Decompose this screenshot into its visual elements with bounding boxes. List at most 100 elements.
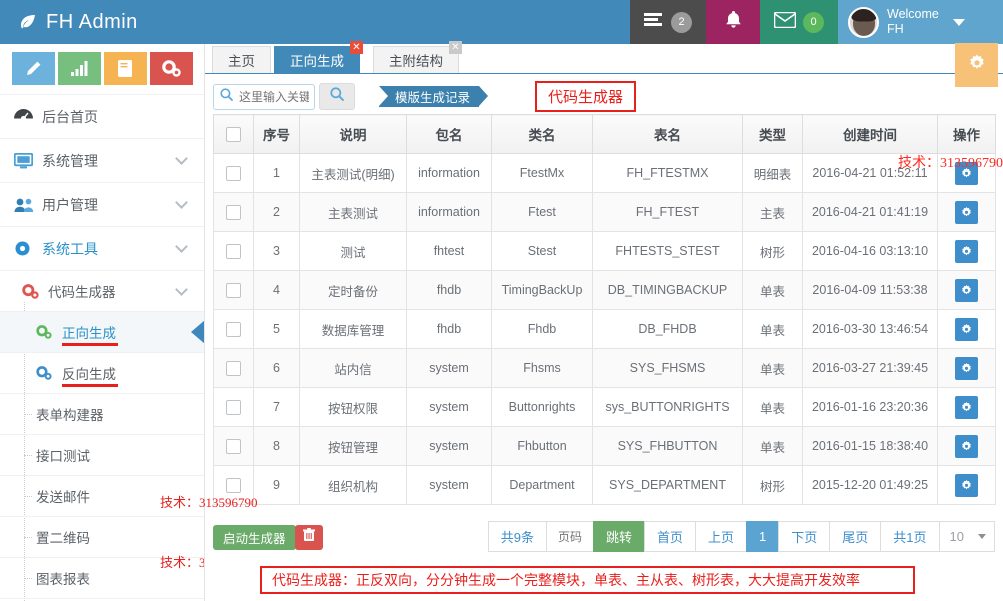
table-row[interactable]: 2 主表测试 information Ftest FH_FTEST 主表 201… [213, 192, 996, 232]
table-row[interactable]: 7 按钮权限 system Buttonrights sys_BUTTONRIG… [213, 387, 996, 427]
table-row[interactable]: 9 组织机构 system Department SYS_DEPARTMENT … [213, 465, 996, 505]
tab-master-detail[interactable]: 主附结构 ✕ [373, 41, 462, 73]
col-desc[interactable]: 说明 [299, 114, 407, 154]
search-input[interactable] [237, 88, 311, 105]
promo-banner: 代码生成器：正反双向，分分钟生成一个完整模块，单表、主从表、树形表，大大提高开发… [260, 566, 915, 594]
sidebar-item-system-management[interactable]: 系统管理 [0, 138, 204, 182]
gear-icon[interactable] [955, 434, 978, 458]
current-page-button[interactable]: 1 [746, 521, 780, 552]
sidebar-item-dashboard[interactable]: 后台首页 [0, 94, 204, 138]
pencil-icon[interactable] [12, 52, 55, 85]
col-type[interactable]: 类型 [742, 114, 803, 154]
tab-label: 主附结构 [389, 54, 443, 69]
cell-desc: 主表测试(明细) [299, 153, 407, 193]
cell-cls: Stest [491, 231, 593, 271]
table-row[interactable]: 5 数据库管理 fhdb Fhdb DB_FHDB 单表 2016-03-30 … [213, 309, 996, 349]
checkbox-icon[interactable] [226, 165, 241, 181]
sidebar-item-form-builder[interactable]: 表单构建器 [0, 393, 204, 434]
gears-icon[interactable] [150, 52, 193, 85]
selection-arrow-icon [191, 320, 204, 344]
tab-forward-generate[interactable]: 正向生成 ✕ [274, 41, 363, 73]
next-page-button[interactable]: 下页 [778, 521, 831, 552]
gear-icon[interactable] [955, 200, 978, 224]
checkbox-icon[interactable] [226, 399, 241, 415]
cell-pkg: fhdb [406, 270, 492, 310]
main-content: 主页 正向生成 ✕ 主附结构 ✕ 这里输入关键词 模版生成记录 代码生成器 序号… [160, 41, 1003, 601]
page-size-select[interactable]: 10 [938, 521, 995, 552]
cell-pkg: fhtest [406, 231, 492, 271]
col-no[interactable]: 序号 [253, 114, 300, 154]
settings-corner-button[interactable] [955, 43, 998, 87]
gear-icon[interactable] [955, 395, 978, 419]
gear-icon[interactable] [955, 317, 978, 341]
brand-logo[interactable]: FH Admin [0, 0, 205, 44]
col-cls[interactable]: 类名 [491, 114, 593, 154]
sidebar-item-code-generator[interactable]: 代码生成器 [0, 270, 204, 311]
checkbox-icon[interactable] [226, 438, 241, 454]
search-box[interactable] [213, 83, 315, 110]
gear-icon[interactable] [955, 239, 978, 263]
sidebar-item-reverse-generate[interactable]: 反向生成 [0, 352, 204, 393]
close-icon[interactable]: ✕ [350, 41, 363, 54]
start-generator-button[interactable]: 启动生成器 [213, 525, 296, 550]
table-row[interactable]: 6 站内信 system Fhsms SYS_FHSMS 单表 2016-03-… [213, 348, 996, 388]
cell-pkg: system [406, 348, 492, 388]
checkbox-icon[interactable] [226, 126, 241, 142]
checkbox-icon[interactable] [226, 321, 241, 337]
gear-icon[interactable] [955, 278, 978, 302]
chart-bar-icon[interactable] [58, 52, 101, 85]
pagination: 共9条 跳转 首页 上页 1 下页 尾页 共1页 10 [487, 521, 995, 552]
page-size-value: 10 [949, 529, 964, 544]
tasks-button[interactable]: 2 [630, 0, 706, 44]
first-page-button[interactable]: 首页 [644, 521, 697, 552]
cell-no: 3 [253, 231, 300, 271]
go-button[interactable]: 跳转 [592, 521, 645, 552]
sidebar-item-user-management[interactable]: 用户管理 [0, 182, 204, 226]
cell-cls: TimingBackUp [491, 270, 593, 310]
row-checkbox-cell [213, 192, 254, 232]
ribbon-label: 模版生成记录 [395, 91, 471, 105]
checkbox-icon[interactable] [226, 282, 241, 298]
gear-icon[interactable] [955, 356, 978, 380]
checkbox-icon[interactable] [226, 360, 241, 376]
delete-button[interactable] [295, 525, 323, 550]
checkbox-icon[interactable] [226, 243, 241, 259]
user-menu[interactable]: Welcome FH [838, 0, 1003, 44]
cell-type: 单表 [742, 309, 803, 349]
table-row[interactable]: 8 按钮管理 system Fhbutton SYS_FHBUTTON 单表 2… [213, 426, 996, 466]
sidebar-item-api-test[interactable]: 接口测试 [0, 434, 204, 475]
table-row[interactable]: 4 定时备份 fhdb TimingBackUp DB_TIMINGBACKUP… [213, 270, 996, 310]
table-row[interactable]: 3 测试 fhtest Stest FHTESTS_STEST 树形 2016-… [213, 231, 996, 271]
sidebar-label: 置二维码 [36, 531, 90, 546]
col-tbl[interactable]: 表名 [592, 114, 743, 154]
cell-action [937, 348, 996, 388]
page-number-input[interactable] [546, 522, 593, 551]
search-button[interactable] [319, 83, 355, 110]
cell-pkg: information [406, 192, 492, 232]
footer-toolbar: 技术：313596790 启动生成器 共9条 页码 跳转 首页 上页 1 下页 … [160, 495, 1003, 565]
table-body: 1 主表测试(明细) information FtestMx FH_FTESTM… [213, 153, 996, 505]
col-pkg[interactable]: 包名 [406, 114, 492, 154]
page-number-input-wrap[interactable] [545, 521, 594, 552]
top-header: FH Admin 2 0 Welcome FH [0, 0, 1003, 44]
cell-tbl: SYS_FHSMS [592, 348, 743, 388]
sidebar-item-forward-generate[interactable]: 正向生成 [0, 311, 204, 352]
template-records-button[interactable]: 模版生成记录 [379, 86, 489, 107]
messages-button[interactable]: 0 [760, 0, 838, 44]
caret-down-icon [978, 534, 986, 539]
cell-action [937, 465, 996, 505]
col-time[interactable]: 创建时间 [802, 114, 938, 154]
book-icon[interactable] [104, 52, 147, 85]
notifications-button[interactable] [706, 0, 760, 44]
gear-icon[interactable] [955, 473, 978, 497]
tab-home[interactable]: 主页 [212, 46, 271, 73]
table-row[interactable]: 1 主表测试(明细) information FtestMx FH_FTESTM… [213, 153, 996, 193]
checkbox-icon[interactable] [226, 204, 241, 220]
prev-page-button[interactable]: 上页 [695, 521, 748, 552]
checkbox-icon[interactable] [226, 477, 241, 493]
cell-type: 单表 [742, 426, 803, 466]
sidebar-item-system-tools[interactable]: 系统工具 [0, 226, 204, 270]
last-page-button[interactable]: 尾页 [829, 521, 882, 552]
sidebar-item-qrcode[interactable]: 置二维码 [0, 516, 204, 557]
close-icon[interactable]: ✕ [449, 41, 462, 54]
